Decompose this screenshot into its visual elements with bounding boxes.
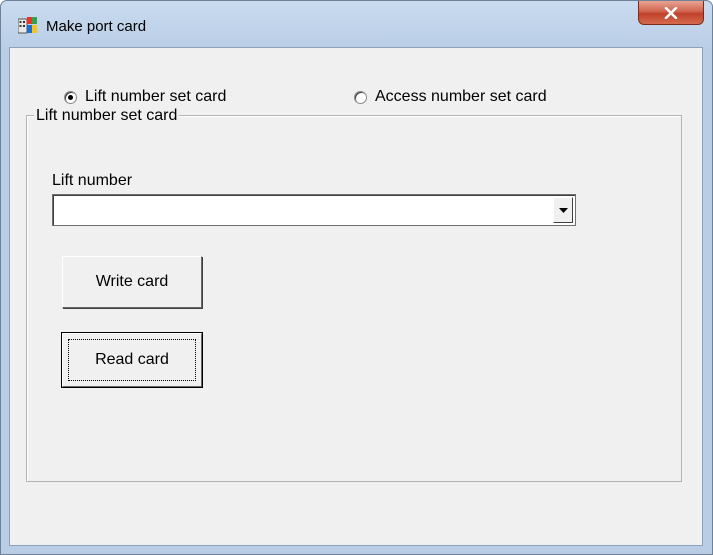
groupbox-title: Lift number set card <box>34 107 180 125</box>
radio-lift-number-set-card[interactable]: Lift number set card <box>64 88 226 106</box>
radio-lift-number-label: Lift number set card <box>85 88 227 105</box>
write-card-button[interactable]: Write card <box>62 256 202 308</box>
radio-unselected-indicator[interactable] <box>354 90 367 104</box>
write-card-label: Write card <box>95 273 169 290</box>
title-bar[interactable]: Make port card <box>1 1 712 47</box>
window-title: Make port card <box>46 18 147 35</box>
close-icon <box>664 6 678 19</box>
focus-rectangle <box>68 339 196 381</box>
chevron-down-icon <box>558 207 568 213</box>
radio-selected-indicator[interactable] <box>64 90 77 104</box>
radio-access-number-set-card[interactable]: Access number set card <box>354 88 547 106</box>
app-icon <box>18 17 37 34</box>
dropdown-button[interactable] <box>553 197 573 223</box>
radio-access-number-label: Access number set card <box>375 88 547 105</box>
lift-number-label: Lift number <box>52 172 133 189</box>
close-button[interactable] <box>638 1 704 25</box>
read-card-button[interactable]: Read card <box>61 332 203 388</box>
lift-number-dropdown[interactable] <box>52 194 576 226</box>
